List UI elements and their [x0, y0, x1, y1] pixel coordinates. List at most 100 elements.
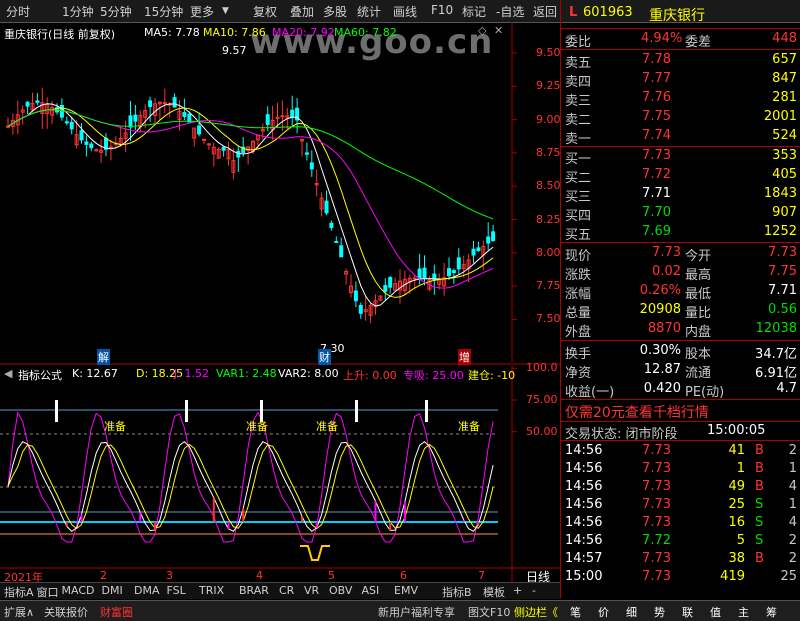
indicator-tab-right[interactable]: 指标B: [442, 584, 472, 600]
chart-area[interactable]: www.goo.cn 重庆银行(日线 前复权) MA5: 7.78 MA10: …: [0, 22, 561, 598]
marker-cai[interactable]: 财: [318, 349, 331, 365]
tick-time: 14:56: [565, 479, 603, 494]
side-tab[interactable]: 联: [682, 604, 693, 620]
fin-value: 0.30%: [639, 343, 681, 358]
tick-row: 14:56 7.73 49 B 4: [561, 478, 800, 496]
order-volume: 1843: [763, 186, 797, 201]
tick-time: 14:57: [565, 551, 603, 566]
bottom-left-item[interactable]: 财富圈: [100, 604, 133, 620]
time-axis-label: 2: [100, 569, 107, 582]
quote-label: 总量: [565, 306, 592, 321]
tab-15min[interactable]: 15分钟: [144, 3, 183, 20]
order-volume: 281: [772, 90, 797, 105]
tick-count: 2: [788, 551, 797, 566]
bottom-left-item[interactable]: 关联报价: [44, 604, 88, 620]
indicator-tab[interactable]: 指标A: [4, 584, 34, 600]
indicator-tab[interactable]: FSL: [167, 584, 186, 597]
quote-value: 0.26%: [639, 283, 681, 298]
quote-label: 现价: [565, 249, 592, 264]
tick-price: 7.72: [642, 533, 671, 548]
bottom-mid-item[interactable]: 侧边栏《: [514, 604, 558, 620]
tick-side: S: [755, 497, 764, 512]
marker-jie[interactable]: 解: [97, 349, 110, 365]
tick-count: 1: [788, 461, 797, 476]
side-tab[interactable]: 笔: [570, 604, 581, 620]
fin-value: 4.7: [776, 381, 797, 396]
quote-value: 7.75: [768, 264, 797, 279]
bottom-left-item[interactable]: 扩展∧: [4, 604, 34, 620]
side-tab[interactable]: 主: [738, 604, 749, 620]
indicator-tab-right[interactable]: 模板: [483, 584, 505, 600]
quote-value: 0.56: [768, 302, 797, 317]
tab-timeshare[interactable]: 分时: [6, 3, 30, 20]
indicator-tab[interactable]: CR: [279, 584, 294, 597]
order-volume: 657: [772, 52, 797, 67]
order-book-row: 买三 7.71 1843: [561, 185, 800, 205]
sub-settings-icon[interactable]: ◀: [4, 367, 12, 380]
indicator-tab-right[interactable]: -: [532, 584, 536, 597]
back-button[interactable]: 返回: [533, 3, 557, 20]
self-select-button[interactable]: -自选: [496, 3, 524, 20]
f10-button[interactable]: F10: [431, 3, 453, 17]
quote-value: 7.71: [768, 283, 797, 298]
absorb-legend: 专吸: 25.00: [403, 369, 464, 382]
order-volume: 2001: [763, 109, 797, 124]
tick-row: 14:56 7.73 25 S 1: [561, 496, 800, 514]
indicator-tab[interactable]: BRAR: [239, 584, 269, 597]
close-icon[interactable]: ✕: [494, 24, 503, 37]
fin-row: 净资 12.87 流通 6.91亿: [561, 361, 800, 381]
overlay-button[interactable]: 叠加: [290, 3, 314, 20]
fin-value: 0.420: [643, 381, 681, 396]
tab-5min[interactable]: 5分钟: [100, 3, 132, 20]
indicator-tab[interactable]: DMI: [102, 584, 123, 597]
draw-line-button[interactable]: 画线: [393, 3, 417, 20]
statistics-button[interactable]: 统计: [357, 3, 381, 20]
time-axis-label: 4: [256, 569, 263, 582]
prep-label: 准备: [104, 420, 126, 433]
more-chevron-icon[interactable]: ▼: [222, 6, 229, 16]
tick-row: 14:56 7.73 16 S 4: [561, 514, 800, 532]
order-book-row: 卖四 7.77 847: [561, 70, 800, 90]
indicator-tab[interactable]: MACD: [62, 584, 95, 597]
fin-label: 流通: [685, 366, 712, 381]
order-level-label: 买四: [565, 209, 592, 224]
order-level-label: 卖二: [565, 113, 592, 128]
restore-right-button[interactable]: 复权: [253, 3, 277, 20]
indicator-tab[interactable]: DMA: [134, 584, 160, 597]
var2-legend: VAR2: 8.00: [278, 367, 339, 380]
quote-label: 今开: [685, 249, 712, 264]
side-tab[interactable]: 筹: [766, 604, 777, 620]
indicator-tab[interactable]: TRIX: [199, 584, 224, 597]
tab-more[interactable]: 更多: [190, 3, 214, 20]
bottom-mid-item[interactable]: 新用户福利专享: [378, 604, 455, 620]
weicha-label: 委差: [685, 35, 712, 50]
sub-indicator-name[interactable]: 指标公式: [18, 367, 62, 383]
indicator-tab[interactable]: ASI: [362, 584, 380, 597]
indicator-tab-right[interactable]: +: [513, 584, 522, 597]
indicator-tab[interactable]: 窗口: [37, 584, 59, 600]
promo-text[interactable]: 仅需20元查看千档行情: [565, 402, 709, 422]
tick-volume: 5: [736, 533, 745, 548]
quote-value: 0.02: [652, 264, 681, 279]
side-tab[interactable]: 细: [626, 604, 637, 620]
multi-stock-button[interactable]: 多股: [323, 3, 347, 20]
indicator-tab[interactable]: OBV: [329, 584, 352, 597]
time-axis-label: 5: [328, 569, 335, 582]
mark-button[interactable]: 标记: [462, 3, 486, 20]
marker-zeng[interactable]: 增: [458, 349, 471, 365]
indicator-tab[interactable]: EMV: [394, 584, 418, 597]
price-tick-label: 8.75: [536, 145, 561, 159]
side-tab[interactable]: 价: [598, 604, 609, 620]
price-tick-label: 9.00: [536, 112, 561, 126]
bottom-mid-item[interactable]: 图文F10: [468, 604, 510, 620]
order-price: 7.70: [642, 205, 671, 220]
tick-time: 14:56: [565, 533, 603, 548]
side-tab[interactable]: 值: [710, 604, 721, 620]
up-legend: 上升: 0.00: [343, 369, 397, 382]
ma10-legend: MA10: 7.86: [203, 26, 266, 39]
order-volume: 847: [772, 71, 797, 86]
side-tab[interactable]: 势: [654, 604, 665, 620]
indicator-tab[interactable]: VR: [304, 584, 319, 597]
tab-1min[interactable]: 1分钟: [62, 3, 94, 20]
diamond-icon[interactable]: ◇: [478, 24, 486, 37]
